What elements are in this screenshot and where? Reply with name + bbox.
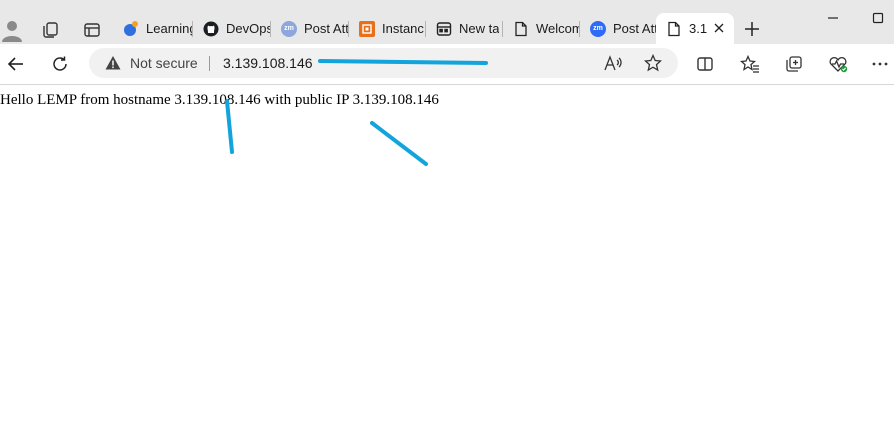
favorite-star-icon[interactable] xyxy=(643,53,663,73)
tab-new-tab[interactable]: New ta xyxy=(426,13,503,44)
browser-toolbar: Not secure 3.139.108.146 xyxy=(0,44,894,85)
collections-icon[interactable] xyxy=(38,18,62,42)
more-options-icon[interactable] xyxy=(868,52,892,76)
new-tab-page-icon xyxy=(436,21,452,37)
address-bar-divider xyxy=(209,56,210,71)
tab-strip: Learning DevOps zm Post Att Instanc New … xyxy=(0,0,894,44)
vertical-tabs-icon[interactable] xyxy=(80,18,104,42)
address-bar[interactable]: Not secure 3.139.108.146 xyxy=(89,48,678,78)
tab-label: 3.1 xyxy=(689,21,708,36)
tab-instance[interactable]: Instanc xyxy=(349,13,426,44)
tab-label: New ta xyxy=(459,21,500,36)
page-icon xyxy=(513,21,529,37)
browser-essentials-icon[interactable] xyxy=(826,52,850,76)
tab-welcome[interactable]: Welcom xyxy=(503,13,580,44)
maximize-icon[interactable] xyxy=(866,8,890,28)
zm-icon: zm xyxy=(590,20,606,37)
zm-badge: zm xyxy=(590,20,606,37)
tab-label: Welcom xyxy=(536,21,580,36)
back-arrow-icon[interactable] xyxy=(4,52,28,76)
page-content: Hello LEMP from hostname 3.139.108.146 w… xyxy=(0,85,894,439)
tab-post-att-1[interactable]: zm Post Att xyxy=(271,13,349,44)
page-icon xyxy=(666,21,682,37)
split-screen-icon[interactable] xyxy=(693,52,717,76)
github-icon xyxy=(203,21,219,37)
url-text[interactable]: 3.139.108.146 xyxy=(223,55,313,71)
tab-post-att-2[interactable]: zm Post Att xyxy=(580,13,656,44)
aws-instance-icon xyxy=(359,20,375,37)
tab-label: Instanc xyxy=(382,21,424,36)
read-aloud-icon[interactable] xyxy=(603,53,623,73)
minimize-icon[interactable] xyxy=(821,8,845,28)
tab-learning[interactable]: Learning xyxy=(113,13,193,44)
tab-label: Learning xyxy=(146,21,193,36)
new-tab-plus-icon[interactable] xyxy=(740,18,764,40)
close-tab-icon[interactable] xyxy=(712,21,726,35)
security-status[interactable]: Not secure xyxy=(130,55,198,71)
zm-icon: zm xyxy=(281,20,297,37)
tab-active[interactable]: 3.1 xyxy=(656,13,734,44)
profile-avatar-icon[interactable] xyxy=(0,18,24,42)
tab-label: DevOps xyxy=(226,21,271,36)
tab-label: Post Att xyxy=(304,21,349,36)
zm-badge: zm xyxy=(281,20,297,37)
tab-devops[interactable]: DevOps xyxy=(193,13,271,44)
tab-label: Post Att xyxy=(613,21,656,36)
hello-message: Hello LEMP from hostname 3.139.108.146 w… xyxy=(0,92,439,108)
favorites-icon[interactable] xyxy=(738,52,762,76)
refresh-icon[interactable] xyxy=(48,52,72,76)
warning-triangle-icon[interactable] xyxy=(105,55,121,71)
learning-icon xyxy=(123,20,139,37)
collections-plus-icon[interactable] xyxy=(782,52,806,76)
